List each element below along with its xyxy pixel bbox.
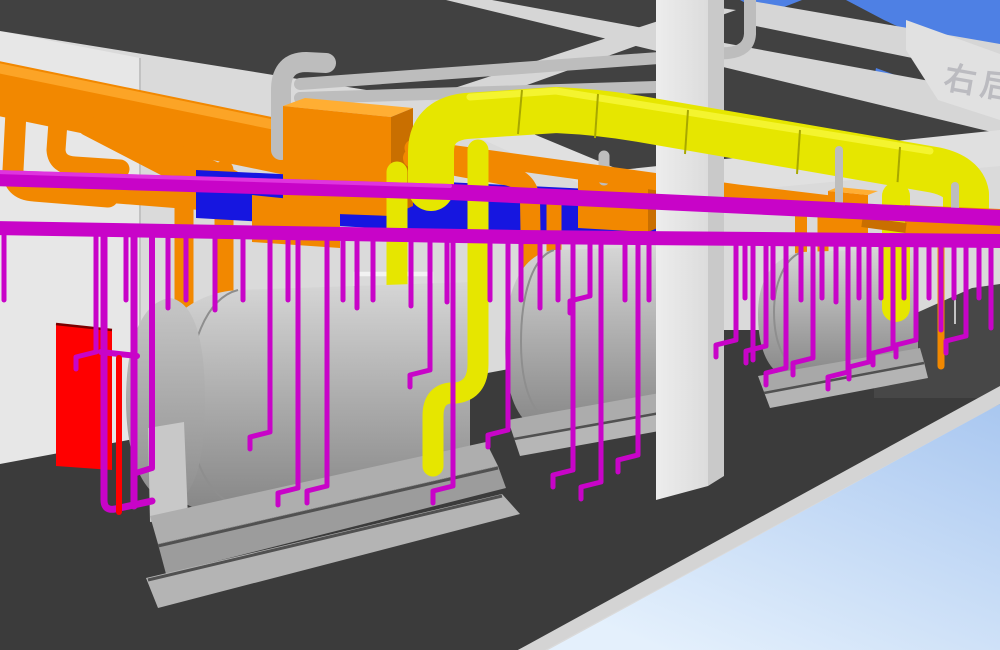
column-front-face	[656, 0, 708, 500]
cad-3d-viewport[interactable]: 右后	[0, 0, 1000, 650]
structural-column[interactable]	[656, 0, 724, 500]
orange-duct-connector	[862, 222, 906, 228]
orange-box-1-front	[283, 106, 391, 216]
model-scene[interactable]: 右后	[0, 0, 1000, 650]
